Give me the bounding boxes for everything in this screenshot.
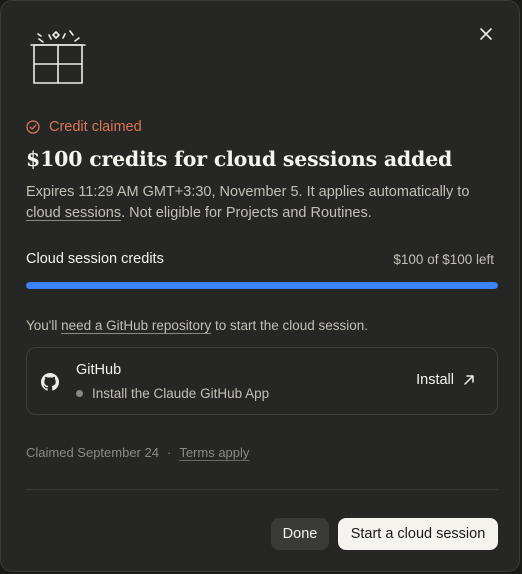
arrow-up-right-icon: [464, 375, 474, 385]
terms-link[interactable]: Terms apply: [179, 445, 249, 460]
done-button[interactable]: Done: [271, 518, 329, 550]
credits-label: Cloud session credits: [26, 251, 164, 267]
status-dot: [76, 390, 83, 397]
status-badge: Credit claimed: [26, 119, 142, 135]
github-card-subtitle: Install the Claude GitHub App: [76, 386, 269, 401]
github-card-title: GitHub: [76, 362, 122, 378]
footer-separator: ·: [166, 445, 172, 460]
github-card: GitHub Install the Claude GitHub App Ins…: [26, 347, 498, 415]
credits-progress-fill: [26, 282, 498, 289]
hint-prefix: You'll: [26, 318, 62, 333]
footer-meta: Claimed September 24 · Terms apply: [26, 445, 249, 460]
credit-claimed-dialog: Credit claimed $100 credits for cloud se…: [0, 0, 520, 572]
check-circle-icon: [26, 120, 40, 134]
footer-divider: [26, 489, 498, 490]
status-text: Credit claimed: [49, 119, 142, 135]
description-text: Expires 11:29 AM GMT+3:30, November 5. I…: [26, 184, 470, 200]
dialog-description: Expires 11:29 AM GMT+3:30, November 5. I…: [26, 182, 496, 223]
install-label: Install: [416, 372, 454, 388]
hint-suffix: to start the cloud session.: [211, 318, 369, 333]
github-icon: [41, 373, 59, 391]
gift-icon: [30, 30, 86, 84]
description-text-end: . Not eligible for Projects and Routines…: [121, 204, 372, 221]
claimed-date: Claimed September 24: [26, 445, 159, 460]
cloud-sessions-link[interactable]: cloud sessions: [26, 205, 121, 221]
dialog-title: $100 credits for cloud sessions added: [26, 147, 453, 171]
github-card-subtitle-text: Install the Claude GitHub App: [92, 386, 270, 401]
close-button[interactable]: [475, 23, 497, 45]
start-cloud-session-button[interactable]: Start a cloud session: [338, 518, 498, 550]
github-hint: You'll need a GitHub repository to start…: [26, 318, 368, 333]
credits-amount: $100 of $100 left: [393, 252, 494, 267]
install-button[interactable]: Install: [416, 372, 475, 388]
github-repository-link[interactable]: need a GitHub repository: [61, 318, 211, 333]
credits-progress-bar: [26, 282, 498, 289]
close-icon: [480, 28, 492, 40]
